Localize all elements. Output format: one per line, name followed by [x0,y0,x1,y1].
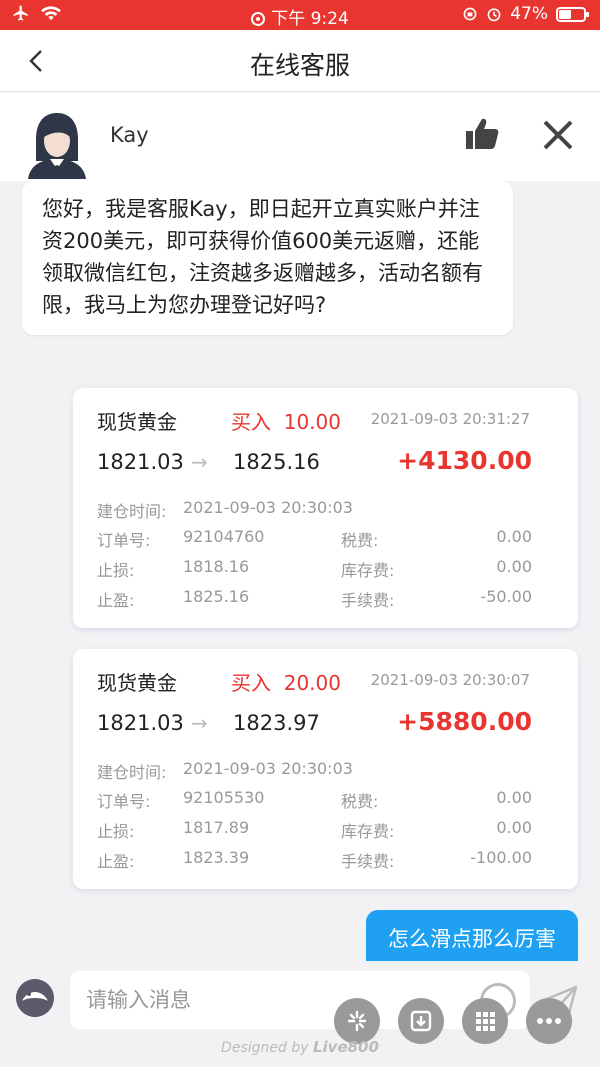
stop-loss-value: 1818.16 [183,557,250,576]
tax-label: 税费: [341,792,379,811]
screen-record-icon [251,12,266,26]
trade-product: 现货黄金 [97,410,177,434]
brand-logo-text: Live800 [312,1038,379,1056]
trade-open-price: 1821.03 [97,711,184,735]
open-time-value: 2021-09-03 20:30:03 [183,759,353,778]
storage-value: 0.00 [496,818,532,837]
arrow-right-icon: → [191,450,208,474]
take-profit-value: 1825.16 [183,587,250,606]
fee-value: -50.00 [480,587,532,606]
fee-label: 手续费: [341,591,395,610]
designed-by-text: Designed by [221,1040,309,1056]
order-label: 订单号: [97,531,151,550]
trade-side-label: 买入 [231,671,271,695]
trade-profit: +5880.00 [397,707,532,736]
stop-loss-value: 1817.89 [183,818,250,837]
trade-row-open-time: 建仓时间: 2021-09-03 20:30:03 [97,759,532,782]
tax-value: 0.00 [496,788,532,807]
fee-label: 手续费: [341,852,395,871]
trade-side: 买入 10.00 [231,406,341,435]
trade-row-takeprofit: 止盈: 1823.39 手续费: -100.00 [97,848,532,871]
trade-card: 现货黄金 买入 20.00 2021-09-03 20:30:07 1821.0… [73,649,578,889]
trade-row-order: 订单号: 92104760 税费: 0.00 [97,527,532,550]
trade-time: 2021-09-03 20:31:27 [370,410,530,428]
stop-loss-label: 止损: [97,561,135,580]
emoji-face-icon[interactable] [16,979,54,1017]
powered-by: Designed by Live800 [0,1038,600,1056]
trade-close-price: 1825.16 [233,450,320,474]
take-profit-label: 止盈: [97,591,135,610]
trade-row-stoploss: 止损: 1817.89 库存费: 0.00 [97,818,532,841]
nav-bar: 在线客服 [0,30,600,92]
page-title: 在线客服 [249,51,350,80]
chat-area[interactable]: 您好，我是客服Kay，即日起开立真实账户并注资200美元，即可获得价值600美元… [0,181,600,961]
status-bar: 下午 9:24 47% [0,0,600,30]
trade-row-stoploss: 止损: 1818.16 库存费: 0.00 [97,557,532,580]
tax-label: 税费: [341,531,379,550]
storage-value: 0.00 [496,557,532,576]
trade-time: 2021-09-03 20:30:07 [370,671,530,689]
rotation-lock-icon [463,7,477,21]
trade-qty: 10.00 [283,410,341,434]
battery-percent: 47% [510,4,548,24]
trade-row-order: 订单号: 92105530 税费: 0.00 [97,788,532,811]
storage-label: 库存费: [341,561,395,580]
tax-value: 0.00 [496,527,532,546]
status-right: 47% [462,4,589,24]
order-label: 订单号: [97,792,151,811]
agent-message: 您好，我是客服Kay，即日起开立真实账户并注资200美元，即可获得价值600美元… [22,181,513,335]
agent-avatar [28,113,86,179]
trade-qty: 20.00 [283,671,341,695]
trade-open-price: 1821.03 [97,450,184,474]
trade-close-price: 1823.97 [233,711,320,735]
stop-loss-label: 止损: [97,822,135,841]
trade-row-takeprofit: 止盈: 1825.16 手续费: -50.00 [97,587,532,610]
trade-row-open-time: 建仓时间: 2021-09-03 20:30:03 [97,498,532,521]
alarm-icon [487,8,501,22]
close-icon[interactable] [536,113,580,157]
trade-side: 买入 20.00 [231,667,341,696]
open-time-label: 建仓时间: [97,502,167,521]
open-time-value: 2021-09-03 20:30:03 [183,498,353,517]
agent-header: Kay [0,93,600,181]
user-message: 怎么滑点那么厉害 [366,910,578,961]
order-value: 92105530 [183,788,265,807]
trade-card: 现货黄金 买入 10.00 2021-09-03 20:31:27 1821.0… [73,388,578,628]
arrow-right-icon: → [191,711,208,735]
trade-profit: +4130.00 [397,446,532,475]
trade-product: 现货黄金 [97,671,177,695]
take-profit-label: 止盈: [97,852,135,871]
fee-value: -100.00 [470,848,532,867]
thumbs-up-icon[interactable] [460,113,504,157]
trade-side-label: 买入 [231,410,271,434]
take-profit-value: 1823.39 [183,848,250,867]
battery-icon [556,6,589,22]
message-input[interactable] [70,971,530,1029]
status-time: 下午 9:24 [271,9,349,29]
agent-name: Kay [110,123,149,147]
order-value: 92104760 [183,527,265,546]
open-time-label: 建仓时间: [97,763,167,782]
storage-label: 库存费: [341,822,395,841]
